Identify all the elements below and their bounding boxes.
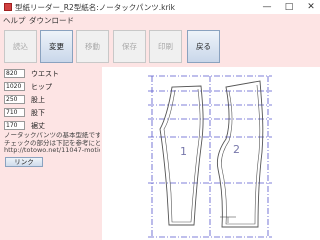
app-icon [4,3,12,11]
hip-label: ヒップ [31,83,52,91]
hem-length-input[interactable]: 170 [4,121,25,130]
inseam-input[interactable]: 710 [4,108,25,117]
change-button[interactable]: 変更 [40,30,73,63]
minimize-button[interactable]: — [260,1,274,13]
maximize-button[interactable]: □ [282,1,296,13]
menu-bar: ヘルプ ダウンロード [0,14,320,26]
toolbar: 読込 変更 移動 保存 印刷 戻る [0,26,320,67]
back-button[interactable]: 戻る [187,30,220,63]
rise-input[interactable]: 250 [4,95,25,104]
waist-input[interactable]: 820 [4,69,25,78]
load-button[interactable]: 読込 [4,30,37,63]
close-button[interactable]: ✕ [304,1,318,13]
pattern-canvas[interactable]: 1 2 [102,67,320,240]
title-bar: 型紙リーダー_R2型紙名:ノータックパンツ.krik — □ ✕ [0,0,320,14]
rise-label: 股上 [31,96,45,104]
menu-download[interactable]: ダウンロード [29,15,74,26]
pattern-drawing [148,75,272,238]
move-button[interactable]: 移動 [76,30,109,63]
link-button[interactable]: リンク [5,157,43,167]
save-button[interactable]: 保存 [113,30,146,63]
hip-input[interactable]: 1020 [4,82,25,91]
inseam-label: 股下 [31,109,45,117]
pattern-grid [148,75,272,238]
pattern-piece-back [216,80,264,228]
description-url: http://totowo.net/11047-motidesi. [4,146,100,155]
piece-label-2: 2 [233,143,240,156]
menu-help[interactable]: ヘルプ [3,15,26,26]
window-title: 型紙リーダー_R2型紙名:ノータックパンツ.krik [15,3,175,12]
waist-label: ウエスト [31,70,59,78]
pattern-description: ノータックパンツの基本型紙です。 チェックの部分は下記を参考にどう http:/… [4,132,100,155]
piece-label-1: 1 [180,145,187,158]
print-button[interactable]: 印刷 [149,30,182,63]
measurement-panel: 820 ウエスト 1020 ヒップ 250 股上 710 股下 170 裾丈 ノ… [0,67,102,240]
hem-length-label: 裾丈 [31,122,45,130]
